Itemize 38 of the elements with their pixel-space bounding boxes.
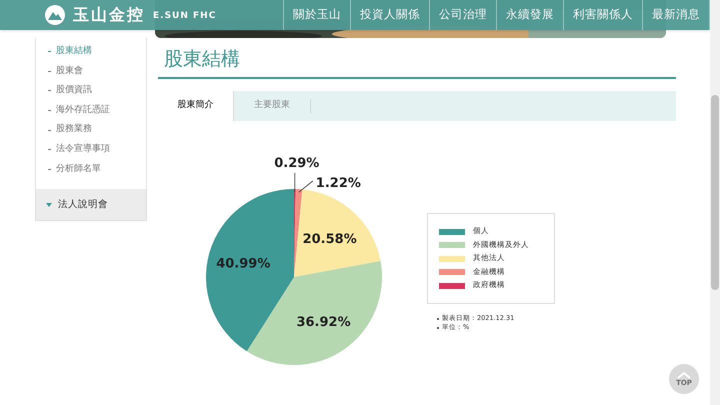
- tab[interactable]: 股東簡介: [158, 91, 234, 121]
- legend-swatch: [439, 242, 465, 248]
- nav-link[interactable]: 永續發展: [497, 0, 564, 30]
- leader-line: [298, 180, 314, 193]
- sidebar-item[interactable]: 股價資訊: [36, 81, 146, 101]
- logo-subtext: E.SUN FHC: [153, 10, 216, 24]
- sidebar-item[interactable]: 股務業務: [36, 120, 146, 140]
- dash-icon: [48, 70, 51, 72]
- caret-icon: [46, 202, 52, 207]
- nav-link[interactable]: 公司治理: [430, 0, 497, 30]
- sidebar-item[interactable]: 海外存託憑証: [36, 100, 146, 120]
- leader-line: [294, 172, 296, 192]
- mountain-logo-icon: [45, 5, 65, 25]
- legend-swatch: [439, 228, 465, 234]
- sidebar-section[interactable]: 法人說明會: [35, 189, 147, 222]
- legend-swatch: [439, 269, 465, 275]
- value-label: 20.58%: [302, 232, 357, 248]
- legend-swatch: [439, 256, 465, 262]
- sidebar-item[interactable]: 法令宣導事項: [36, 140, 146, 160]
- value-label: 36.92%: [296, 314, 351, 330]
- scrollbar[interactable]: [710, 0, 720, 405]
- dash-icon: [48, 168, 51, 170]
- scrollbar-thumb[interactable]: [711, 95, 719, 290]
- value-label: 40.99%: [216, 256, 270, 272]
- caret-up-icon: [677, 372, 691, 378]
- page-title: 股東結構: [163, 47, 241, 72]
- nav-link[interactable]: 利害關係人: [564, 0, 643, 30]
- legend-swatch: [439, 282, 465, 288]
- sidebar-item[interactable]: 分析師名單: [36, 160, 146, 180]
- value-label: 1.22%: [316, 176, 361, 191]
- value-label: 0.29%: [274, 156, 320, 171]
- logo-text: 玉山金控: [73, 4, 145, 26]
- tab[interactable]: 主要股東: [234, 91, 310, 121]
- nav-link[interactable]: 關於玉山: [284, 0, 351, 30]
- sidebar-item[interactable]: 股東會: [36, 62, 146, 82]
- dash-icon: [48, 110, 51, 112]
- sidebar-item[interactable]: 股東結構: [36, 42, 146, 62]
- nav-link[interactable]: 投資人關係: [351, 0, 430, 30]
